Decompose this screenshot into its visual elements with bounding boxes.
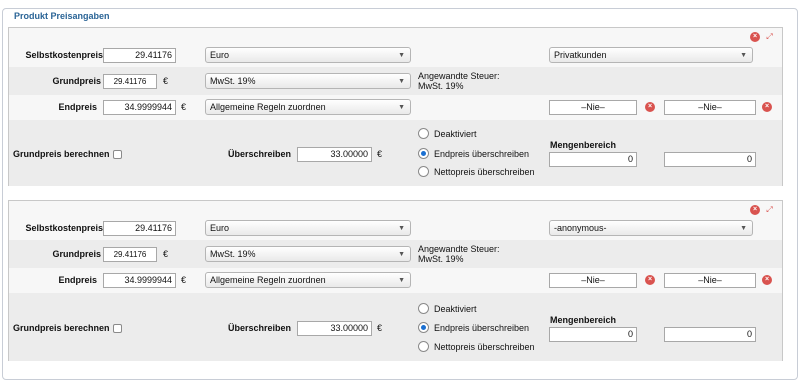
radio-deaktiviert[interactable] [418, 128, 429, 139]
ueberschreiben-label: Überschreiben [227, 323, 291, 333]
endpreis-unit: € [181, 102, 187, 112]
row-grundpreis: Grundpreis 29.41176 € MwSt. 19% ▼ Angewa… [9, 240, 782, 268]
currency-select-value: Euro [210, 223, 230, 233]
radio-endpreis-label[interactable]: Endpreis überschreiben [434, 323, 529, 333]
rules-select-value: Allgemeine Regeln zuordnen [210, 102, 326, 112]
mengenbereich-label: Mengenbereich [550, 140, 617, 150]
mengen-to-input[interactable]: 0 [664, 152, 756, 167]
tax-select[interactable]: MwSt. 19% ▼ [205, 246, 411, 262]
mengen-from-input[interactable]: 0 [549, 152, 637, 167]
chevron-down-icon: ▼ [740, 52, 747, 59]
selbstkostenpreis-label: Selbstkostenpreis [25, 50, 103, 60]
radio-nettopreis[interactable] [418, 166, 429, 177]
date-to-input[interactable]: –Nie– [664, 100, 756, 115]
chevron-down-icon: ▼ [398, 78, 405, 85]
remove-icon[interactable]: × [750, 205, 760, 215]
date-to-input[interactable]: –Nie– [664, 273, 756, 288]
chevron-down-icon: ▼ [398, 52, 405, 59]
fieldset-legend: Produkt Preisangaben [9, 11, 115, 21]
tax-select[interactable]: MwSt. 19% ▼ [205, 73, 411, 89]
currency-select[interactable]: Euro ▼ [205, 220, 411, 236]
customer-group-value: Privatkunden [554, 50, 607, 60]
rules-select[interactable]: Allgemeine Regeln zuordnen ▼ [205, 99, 411, 115]
radio-deaktiviert-label[interactable]: Deaktiviert [434, 304, 477, 314]
row-selbstkostenpreis: Selbstkostenpreis 29.41176 Euro ▼ Privat… [9, 45, 782, 67]
rules-select[interactable]: Allgemeine Regeln zuordnen ▼ [205, 272, 411, 288]
date-from-input[interactable]: –Nie– [549, 100, 637, 115]
calendar-clear-icon[interactable]: × [645, 275, 655, 285]
grundpreis-unit: € [163, 76, 169, 86]
row-grundpreis: Grundpreis 29.41176 € MwSt. 19% ▼ Angewa… [9, 67, 782, 95]
tax-select-value: MwSt. 19% [210, 249, 256, 259]
applied-tax-value: MwSt. 19% [418, 254, 464, 264]
grundpreis-label: Grundpreis [52, 249, 101, 259]
applied-tax-label: Angewandte Steuer: [418, 71, 500, 81]
grundpreis-input[interactable]: 29.41176 [103, 247, 157, 262]
chevron-down-icon: ▼ [398, 225, 405, 232]
endpreis-input[interactable]: 34.9999944 [103, 100, 176, 115]
row-grundpreis-berechnen: Grundpreis berechnen Überschreiben 33.00… [9, 293, 782, 361]
selbstkostenpreis-input[interactable]: 29.41176 [103, 221, 176, 236]
applied-tax-label: Angewandte Steuer: [418, 244, 500, 254]
grundpreis-berechnen-checkbox[interactable] [112, 324, 122, 333]
radio-endpreis[interactable] [418, 322, 429, 333]
ueberschreiben-label: Überschreiben [227, 149, 291, 159]
remove-icon[interactable]: × [750, 32, 760, 42]
grundpreis-unit: € [163, 249, 169, 259]
radio-endpreis-label[interactable]: Endpreis überschreiben [434, 149, 529, 159]
radio-endpreis[interactable] [418, 148, 429, 159]
customer-group-select[interactable]: -anonymous- ▼ [549, 220, 753, 236]
grundpreis-berechnen-label: Grundpreis berechnen [13, 149, 122, 159]
radio-deaktiviert[interactable] [418, 303, 429, 314]
radio-deaktiviert-label[interactable]: Deaktiviert [434, 129, 477, 139]
price-block-2: × ⤢ Selbstkostenpreis 29.41176 Euro ▼ -a… [8, 200, 783, 361]
ueberschreiben-input[interactable]: 33.00000 [297, 147, 372, 162]
radio-nettopreis-label[interactable]: Nettopreis überschreiben [434, 167, 535, 177]
tax-select-value: MwSt. 19% [210, 76, 256, 86]
ueberschreiben-unit: € [377, 323, 383, 333]
applied-tax-value: MwSt. 19% [418, 81, 464, 91]
mengen-from-input[interactable]: 0 [549, 327, 637, 342]
selbstkostenpreis-label: Selbstkostenpreis [25, 223, 103, 233]
chevron-down-icon: ▼ [740, 225, 747, 232]
currency-select[interactable]: Euro ▼ [205, 47, 411, 63]
row-endpreis: Endpreis 34.9999944 € Allgemeine Regeln … [9, 268, 782, 293]
chevron-down-icon: ▼ [398, 104, 405, 111]
grundpreis-berechnen-text: Grundpreis berechnen [13, 323, 110, 333]
row-grundpreis-berechnen: Grundpreis berechnen Überschreiben 33.00… [9, 120, 782, 186]
expand-icon[interactable]: ⤢ [765, 32, 774, 41]
ueberschreiben-input[interactable]: 33.00000 [297, 321, 372, 336]
calendar-clear-icon[interactable]: × [762, 102, 772, 112]
rules-select-value: Allgemeine Regeln zuordnen [210, 275, 326, 285]
radio-nettopreis[interactable] [418, 341, 429, 352]
row-selbstkostenpreis: Selbstkostenpreis 29.41176 Euro ▼ -anony… [9, 218, 782, 240]
row-endpreis: Endpreis 34.9999944 € Allgemeine Regeln … [9, 95, 782, 120]
grundpreis-label: Grundpreis [52, 76, 101, 86]
grundpreis-berechnen-text: Grundpreis berechnen [13, 149, 110, 159]
calendar-clear-icon[interactable]: × [762, 275, 772, 285]
chevron-down-icon: ▼ [398, 277, 405, 284]
expand-icon[interactable]: ⤢ [765, 205, 774, 214]
calendar-clear-icon[interactable]: × [645, 102, 655, 112]
chevron-down-icon: ▼ [398, 251, 405, 258]
currency-select-value: Euro [210, 50, 230, 60]
endpreis-label: Endpreis [58, 275, 97, 285]
customer-group-value: -anonymous- [554, 223, 607, 233]
price-block-1: × ⤢ Selbstkostenpreis 29.41176 Euro ▼ Pr… [8, 27, 783, 186]
grundpreis-berechnen-checkbox[interactable] [112, 150, 122, 159]
mengen-to-input[interactable]: 0 [664, 327, 756, 342]
radio-nettopreis-label[interactable]: Nettopreis überschreiben [434, 342, 535, 352]
selbstkostenpreis-input[interactable]: 29.41176 [103, 48, 176, 63]
date-from-input[interactable]: –Nie– [549, 273, 637, 288]
customer-group-select[interactable]: Privatkunden ▼ [549, 47, 753, 63]
grundpreis-input[interactable]: 29.41176 [103, 74, 157, 89]
ueberschreiben-unit: € [377, 149, 383, 159]
endpreis-label: Endpreis [58, 102, 97, 112]
grundpreis-berechnen-label: Grundpreis berechnen [13, 323, 122, 333]
endpreis-unit: € [181, 275, 187, 285]
mengenbereich-label: Mengenbereich [550, 315, 617, 325]
endpreis-input[interactable]: 34.9999944 [103, 273, 176, 288]
